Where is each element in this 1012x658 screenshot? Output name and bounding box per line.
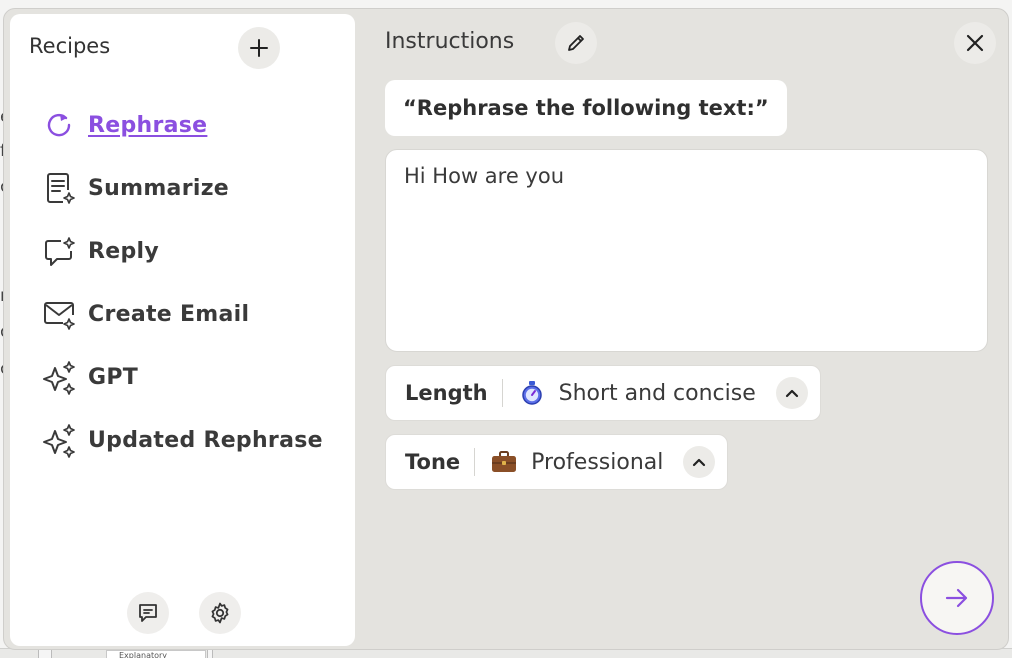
recipe-label: Reply [88,239,159,264]
recipe-label: Updated Rephrase [88,428,323,453]
recipes-sidebar: Recipes Rephrase Summarize Reply Create … [10,14,355,646]
tone-option: Tone Professional [385,434,729,490]
gear-icon [211,602,229,624]
close-button[interactable] [954,22,996,64]
recipes-window: Recipes Rephrase Summarize Reply Create … [3,8,1009,650]
pencil-icon [568,35,584,51]
recipe-item-gpt[interactable]: GPT [40,346,340,409]
length-label: Length [405,381,488,405]
recipe-item-updated-rephrase[interactable]: Updated Rephrase [40,409,340,472]
background-tab [38,649,52,658]
feedback-icon [139,604,157,622]
background-chip: Explanatory [106,650,206,658]
sparkles-icon [40,358,80,398]
divider [501,379,503,407]
send-button[interactable] [920,561,994,635]
length-toggle-button[interactable] [775,377,808,409]
chevron-up-icon [785,389,798,398]
recipe-label: GPT [88,365,139,390]
tone-label: Tone [405,450,461,474]
settings-button[interactable] [199,592,241,634]
recipe-label: Rephrase [88,113,208,138]
mail-sparkle-icon [40,295,80,335]
length-value: Short and concise [558,380,756,406]
refresh-sparkle-icon [40,106,80,146]
chat-sparkle-icon [40,232,80,272]
recipe-item-reply[interactable]: Reply [40,220,340,283]
add-recipe-button[interactable] [238,27,280,69]
tone-value: Professional [531,449,664,475]
document-sparkle-icon [40,169,80,209]
prompt-chip: “Rephrase the following text:” [385,80,787,136]
length-option: Length Short and concise [385,365,821,421]
plus-icon [250,39,268,57]
recipe-list: Rephrase Summarize Reply Create Email GP… [40,94,340,472]
recipe-item-create-email[interactable]: Create Email [40,283,340,346]
background-tab [207,649,213,658]
sidebar-title: Recipes [29,34,111,58]
input-text-area[interactable]: Hi How are you [385,149,988,352]
chevron-up-icon [693,458,706,467]
instructions-title: Instructions [385,29,515,54]
recipe-label: Create Email [88,302,250,327]
sidebar-footer [127,592,241,634]
tone-toggle-button[interactable] [683,446,716,478]
sparkles-icon [40,421,80,461]
recipe-item-rephrase[interactable]: Rephrase [40,94,340,157]
arrow-right-icon [945,588,968,608]
recipe-label: Summarize [88,176,230,201]
stopwatch-icon [517,378,547,408]
divider [474,448,476,476]
close-icon [966,34,984,52]
briefcase-icon [489,447,519,477]
recipe-item-summarize[interactable]: Summarize [40,157,340,220]
feedback-button[interactable] [127,592,169,634]
edit-instructions-button[interactable] [555,22,597,64]
